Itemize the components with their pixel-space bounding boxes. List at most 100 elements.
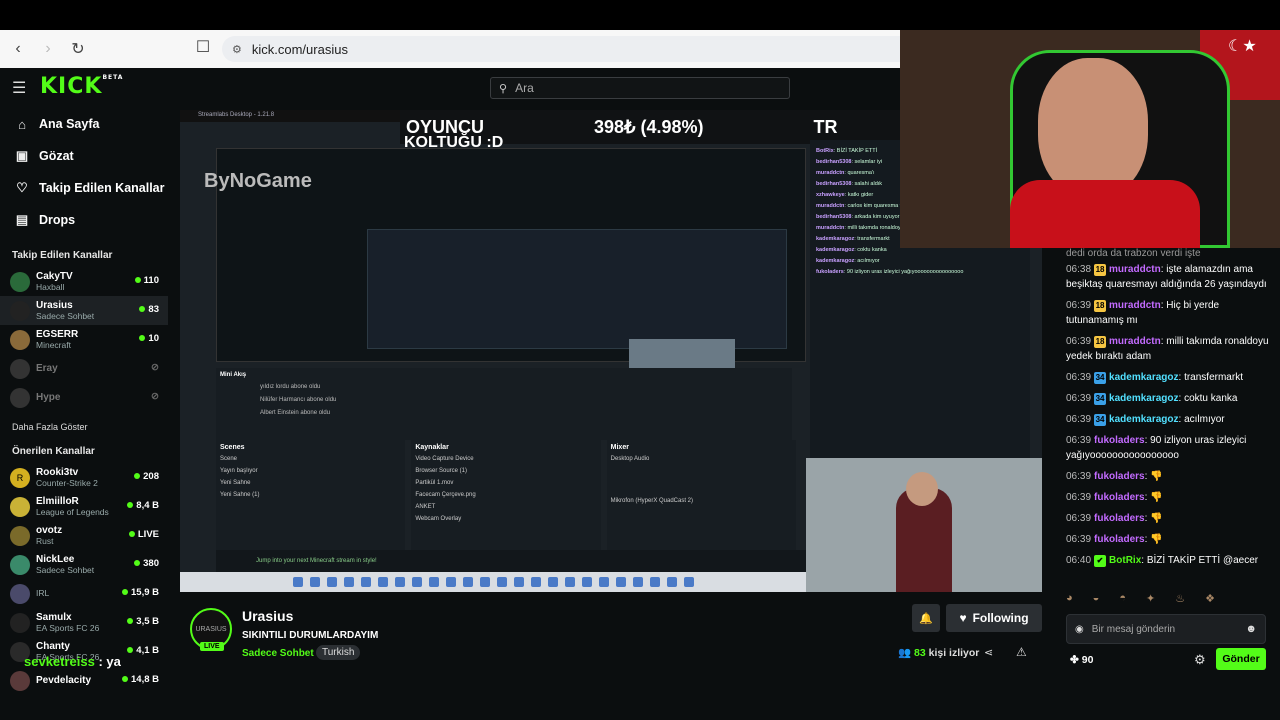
sidebar-channel-urasius[interactable]: Urasius Sadece Sohbet 83 [0,296,168,325]
chat-text: transfermarkt [1184,372,1243,383]
live-dot [134,277,141,283]
taskbar-icon [377,577,388,587]
mixer-panel: Mixer Desktop Audio Mikrofon (HyperX Qua… [606,440,796,550]
chat-message: 06:40 ✔ BotRix: BİZİ TAKİP ETTİ @aecer [1066,555,1259,567]
channel-category: Sadece Sohbet [36,564,95,575]
chat-input[interactable]: ◉ Bir mesaj gönderin ☻ [1066,614,1266,644]
live-dot [127,647,134,653]
channel-name: ElmiilloR [36,495,79,507]
viewer-count-value: LIVE [137,529,159,540]
obs-chat-user: bedirhan5308 [816,181,852,187]
emote-icon[interactable]: ◒ [1093,592,1100,608]
live-dot [134,473,141,479]
gear-icon[interactable]: ⚙ [1194,652,1206,668]
send-button[interactable]: Gönder [1216,648,1266,670]
viewer-count: 8,4 B [127,500,159,511]
nav-home[interactable]: ⌂ Ana Sayfa [0,108,168,140]
obs-chat-user: bedirhan5308 [816,214,852,220]
streamer-shirt [1010,180,1200,248]
kick-logo[interactable]: KICKBETA [40,74,123,99]
sidebar-channel-samulx[interactable]: Samulx EA Sports FC 26 3,5 B [0,608,168,637]
chat-shield-icon: ◉ [1075,623,1084,635]
share-icon[interactable]: ⋖ [984,646,993,659]
chat-time: 06:39 [1066,534,1092,545]
live-dot [122,676,128,682]
search-icon: ⚲ [499,82,508,95]
channel-category: Rust [36,535,54,546]
menu-icon[interactable]: ☰ [12,78,30,97]
live-dot [127,618,134,624]
obs-chat-user: fukoladers [816,269,844,275]
chat-username[interactable]: BotRix [1109,555,1141,566]
taskbar-icon [649,577,660,587]
channel-points[interactable]: ✤ 90 [1070,654,1093,666]
chat-username[interactable]: fukoladers [1094,513,1145,524]
chat-username[interactable]: muraddctn [1109,336,1161,347]
stream-category[interactable]: Sadece Sohbet [242,648,314,659]
chat-username[interactable]: fukoladers [1094,534,1145,545]
chat-text: 👎 [1150,492,1163,503]
nav-label: Ana Sayfa [39,117,100,131]
nav-following[interactable]: ♡ Takip Edilen Kanallar [0,172,168,204]
language-tag[interactable]: Turkish [316,645,361,660]
channel-name: Pevdelacity [36,675,92,686]
mini-akis-title: Mini Akış [220,372,247,378]
obs-panels: Scenes Scene Yayın başlıyor Yeni Sahne Y… [216,440,796,550]
forward-icon[interactable]: › [36,37,60,61]
emote-icon[interactable]: ◕ [1066,592,1073,608]
address-bar[interactable]: ⚙ kick.com/urasius [222,36,922,62]
chat-username[interactable]: muraddctn [1109,300,1161,311]
browse-icon: ▣ [15,148,29,163]
sidebar-channel-ovotz[interactable]: ovotz Rust LIVE [0,521,168,550]
nav-browse[interactable]: ▣ Gözat [0,140,168,172]
taskbar-icon [581,577,592,587]
bookmark-icon[interactable]: ☐ [192,37,214,61]
url-text: kick.com/urasius [251,41,348,57]
chat-username[interactable]: fukoladers [1094,471,1145,482]
site-info-icon[interactable]: ⚙ [232,43,242,56]
show-more-link[interactable]: Daha Fazla Göster [0,422,168,432]
emote-icon[interactable]: ◓ [1119,592,1126,608]
channel-name: NickLee [36,553,75,565]
sidebar-channel-eray[interactable]: Eray ⊘ [0,354,168,383]
chat-username[interactable]: kademkaragoz [1109,393,1178,404]
chat-username[interactable]: fukoladers [1094,492,1145,503]
sidebar-channel-nicklee[interactable]: NickLee Sadece Sohbet 380 [0,550,168,579]
channel-name: Chanty [36,640,70,652]
emoji-icon[interactable]: ☻ [1245,623,1257,635]
sidebar-channel-elmiillor[interactable]: ElmiilloR League of Legends 8,4 B [0,492,168,521]
mini-akis-panel: Mini Akış yıldız lordu abone oldu Nilüfe… [216,368,792,440]
emote-icon[interactable]: ✦ [1146,592,1155,608]
chat-username[interactable]: muraddctn [1109,264,1161,275]
sidebar-channel-pevdelacity[interactable]: Pevdelacity 14,8 B [0,666,168,695]
chat-username[interactable]: kademkaragoz [1109,414,1178,425]
avatar: R [10,467,30,488]
sidebar-channel-hype[interactable]: Hype ⊘ [0,383,168,412]
notification-bell-button[interactable]: 🔔 [912,604,940,632]
viewer-count-value: 380 [143,558,159,569]
logo-text: KICK [40,74,103,99]
chat-username[interactable]: fukoladers [1094,435,1145,446]
emote-icon[interactable]: ❖ [1205,592,1215,608]
streamer-name[interactable]: Urasius [242,608,293,624]
source-item: Webcam Overlay [415,516,462,522]
nav-drops[interactable]: ▤ Drops [0,204,168,236]
emote-icon[interactable]: ♨ [1175,592,1185,608]
live-dot [139,306,146,312]
reload-icon[interactable]: ↻ [66,37,90,61]
chat-time: 06:39 [1066,435,1092,446]
report-icon[interactable]: ⚠ [1016,645,1027,659]
sidebar-channel-irl[interactable]: IRL 15,9 B [0,579,168,608]
following-button[interactable]: ♥ Following [946,604,1042,632]
following-label: Following [972,611,1029,625]
streamer-face [1038,58,1148,198]
sidebar-channel-cakytv[interactable]: CakyTV Haxball 110 [0,267,168,296]
sidebar-channel-egserr[interactable]: EGSERR Minecraft 10 [0,325,168,354]
sidebar-channel-rooki3tv[interactable]: R Rooki3tv Counter-Strike 2 208 [0,463,168,492]
taskbar-icon [615,577,626,587]
search-input[interactable]: ⚲ Ara [490,77,790,99]
taskbar-icon [496,577,507,587]
chat-time: 06:39 [1066,414,1092,425]
back-icon[interactable]: ‹ [6,37,30,61]
chat-username[interactable]: kademkaragoz [1109,372,1178,383]
